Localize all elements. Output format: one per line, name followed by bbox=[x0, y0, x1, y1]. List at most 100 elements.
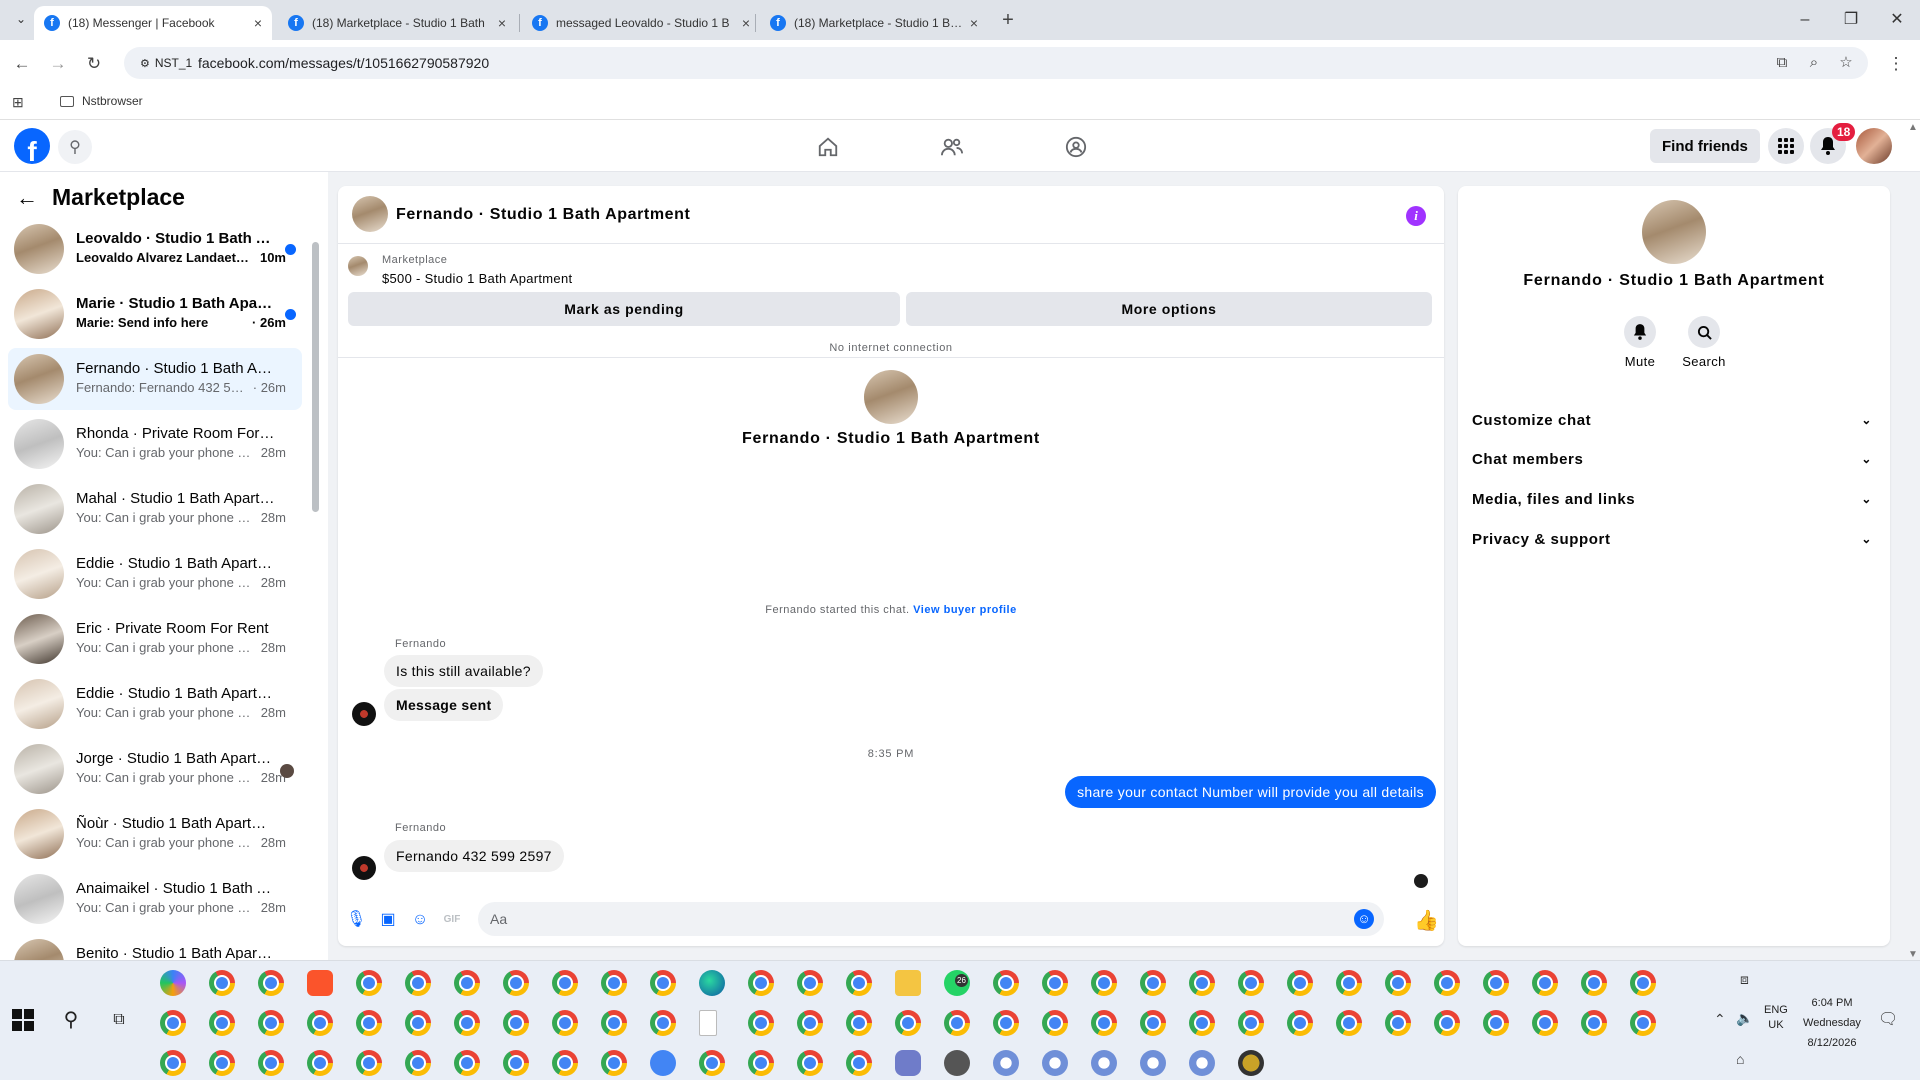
chrome-taskbar-icon[interactable] bbox=[1483, 970, 1509, 996]
tab-messenger[interactable]: f (18) Messenger | Facebook × bbox=[34, 6, 272, 40]
chrome-taskbar-icon[interactable] bbox=[846, 1010, 872, 1036]
chrome-taskbar-icon[interactable] bbox=[1532, 970, 1558, 996]
desktop-icon[interactable]: ⌂ bbox=[1736, 1051, 1744, 1067]
chrome-taskbar-icon[interactable] bbox=[405, 1050, 431, 1076]
chrome-taskbar-icon[interactable] bbox=[405, 970, 431, 996]
message-input[interactable]: Aa ☺ bbox=[478, 902, 1384, 936]
chrome-taskbar-icon[interactable] bbox=[797, 1050, 823, 1076]
chromium-taskbar-icon[interactable] bbox=[1140, 1050, 1166, 1076]
chrome-taskbar-icon[interactable] bbox=[797, 1010, 823, 1036]
chrome-taskbar-icon[interactable] bbox=[356, 970, 382, 996]
chrome-taskbar-icon[interactable] bbox=[209, 970, 235, 996]
microphone-icon[interactable]: 🎙 bbox=[346, 910, 366, 930]
chromium-taskbar-icon[interactable] bbox=[993, 1050, 1019, 1076]
gif-icon[interactable]: GIF bbox=[442, 910, 462, 930]
conversation-item[interactable]: Leovaldo · Studio 1 Bath Apartment Leoval… bbox=[8, 218, 302, 280]
forward-button[interactable]: → bbox=[46, 52, 70, 76]
incoming-message[interactable]: Message sent bbox=[384, 689, 504, 721]
chrome-taskbar-icon[interactable] bbox=[454, 970, 480, 996]
conversation-item[interactable]: Eric · Private Room For Rent You: Can i g… bbox=[8, 608, 302, 670]
chrome-taskbar-icon[interactable] bbox=[503, 970, 529, 996]
home-icon[interactable] bbox=[810, 130, 846, 164]
conversation-item[interactable]: Rhonda · Private Room For Rent You: Can i… bbox=[8, 413, 302, 475]
apps-grid-icon[interactable]: ⊞ bbox=[12, 94, 24, 111]
emoji-icon[interactable]: ☺ bbox=[1354, 909, 1374, 929]
chrome-taskbar-icon[interactable] bbox=[699, 1050, 725, 1076]
thumbs-up-icon[interactable]: 👍 bbox=[1414, 908, 1439, 933]
show-hidden-icons[interactable]: ⌃ bbox=[1714, 1011, 1726, 1028]
bookmark-folder[interactable]: Nstbrowser bbox=[60, 94, 143, 108]
chrome-taskbar-icon[interactable] bbox=[552, 970, 578, 996]
edge-taskbar-icon[interactable] bbox=[699, 970, 725, 996]
chrome-taskbar-icon[interactable] bbox=[1483, 1010, 1509, 1036]
bell-icon[interactable] bbox=[1624, 316, 1656, 348]
chrome-taskbar-icon[interactable] bbox=[552, 1010, 578, 1036]
search-action[interactable]: Search bbox=[1674, 316, 1734, 369]
conversation-item[interactable]: Fernando · Studio 1 Bath Apartment Fernan… bbox=[8, 348, 302, 410]
chrome-taskbar-icon[interactable] bbox=[209, 1050, 235, 1076]
chrome-taskbar-icon[interactable] bbox=[846, 970, 872, 996]
meet-now-icon[interactable]: ⧈ bbox=[1740, 971, 1749, 988]
chrome-taskbar-icon[interactable] bbox=[258, 970, 284, 996]
chrome-taskbar-icon[interactable] bbox=[1336, 970, 1362, 996]
chrome-taskbar-icon[interactable] bbox=[258, 1050, 284, 1076]
facebook-logo-icon[interactable]: f bbox=[14, 128, 50, 164]
chrome-taskbar-icon[interactable] bbox=[1140, 1010, 1166, 1036]
site-info-chip[interactable]: ⚙ NST_1 bbox=[132, 52, 200, 74]
chrome-taskbar-icon[interactable] bbox=[944, 1010, 970, 1036]
chrome-taskbar-icon[interactable] bbox=[748, 1050, 774, 1076]
address-bar[interactable]: ⚙ NST_1 facebook.com/messages/t/10516627… bbox=[124, 47, 1868, 79]
chrome-taskbar-icon[interactable] bbox=[993, 970, 1019, 996]
tab-marketplace-2[interactable]: f (18) Marketplace - Studio 1 Bath × bbox=[760, 6, 988, 40]
chrome-taskbar-icon[interactable] bbox=[1434, 970, 1460, 996]
scroll-up-icon[interactable]: ▲ bbox=[1908, 122, 1918, 133]
chrome-taskbar-icon[interactable] bbox=[846, 1050, 872, 1076]
close-tab-icon[interactable]: × bbox=[254, 15, 262, 31]
chrome-taskbar-icon[interactable] bbox=[1385, 970, 1411, 996]
conversation-item[interactable]: Jorge · Studio 1 Bath Apartment You: Can … bbox=[8, 738, 302, 800]
friends-icon[interactable] bbox=[934, 130, 970, 164]
chrome-taskbar-icon[interactable] bbox=[895, 1010, 921, 1036]
chrome-taskbar-icon[interactable] bbox=[160, 1010, 186, 1036]
chrome-taskbar-icon[interactable] bbox=[1238, 970, 1264, 996]
chrome-taskbar-icon[interactable] bbox=[1630, 1010, 1656, 1036]
conversation-item[interactable]: Marie · Studio 1 Bath Apartment Marie: Se… bbox=[8, 283, 302, 345]
page-scrollbar[interactable]: ▲ ▼ bbox=[1906, 122, 1920, 960]
mark-as-pending-button[interactable]: Mark as pending bbox=[348, 292, 900, 326]
tab-search-icon[interactable]: ⌄ bbox=[10, 8, 32, 30]
chrome-taskbar-icon[interactable] bbox=[307, 1010, 333, 1036]
xapp-taskbar-icon[interactable] bbox=[1238, 1050, 1264, 1076]
chromium-taskbar-icon[interactable] bbox=[1091, 1050, 1117, 1076]
conversation-item[interactable]: Ñoùr · Studio 1 Bath Apartment You: Can i… bbox=[8, 803, 302, 865]
chrome-taskbar-icon[interactable] bbox=[1434, 1010, 1460, 1036]
menu-grid-icon[interactable] bbox=[1768, 128, 1804, 164]
conversation-item[interactable]: Anaimaikel · Studio 1 Bath Apartment You:… bbox=[8, 868, 302, 930]
search-icon[interactable] bbox=[1688, 316, 1720, 348]
minimize-button[interactable]: – bbox=[1790, 8, 1820, 32]
chrome-taskbar-icon[interactable] bbox=[1042, 970, 1068, 996]
sender-avatar[interactable] bbox=[352, 856, 376, 880]
reload-button[interactable]: ↻ bbox=[82, 52, 106, 76]
chrome-taskbar-icon[interactable] bbox=[160, 1050, 186, 1076]
sticker-icon[interactable]: ☺ bbox=[410, 910, 430, 930]
chrome-taskbar-icon[interactable] bbox=[797, 970, 823, 996]
privacy-support-section[interactable]: Privacy & support ⌄ bbox=[1472, 521, 1872, 557]
chrome-taskbar-icon[interactable] bbox=[258, 1010, 284, 1036]
task-view-icon[interactable]: ⧉ bbox=[106, 1007, 132, 1033]
restore-button[interactable]: ❐ bbox=[1836, 8, 1866, 32]
blue-taskbar-icon[interactable] bbox=[650, 1050, 676, 1076]
files-taskbar-icon[interactable] bbox=[895, 970, 921, 996]
chrome-taskbar-icon[interactable] bbox=[503, 1010, 529, 1036]
install-app-icon[interactable]: ⧉ bbox=[1772, 53, 1792, 73]
outgoing-message[interactable]: share your contact Number will provide y… bbox=[1065, 776, 1436, 808]
more-options-button[interactable]: More options bbox=[906, 292, 1432, 326]
chat-title[interactable]: Fernando · Studio 1 Bath Apartment bbox=[396, 206, 690, 224]
conversation-item[interactable]: Eddie · Studio 1 Bath Apartment You: Can … bbox=[8, 673, 302, 735]
doc-taskbar-icon[interactable] bbox=[699, 1010, 717, 1036]
chrome-taskbar-icon[interactable] bbox=[307, 1050, 333, 1076]
close-tab-icon[interactable]: × bbox=[970, 15, 978, 31]
search-icon[interactable]: ⚲ bbox=[58, 130, 92, 164]
details-avatar[interactable] bbox=[1642, 200, 1706, 264]
groups-icon[interactable] bbox=[1058, 130, 1094, 164]
new-tab-button[interactable]: + bbox=[996, 8, 1020, 32]
